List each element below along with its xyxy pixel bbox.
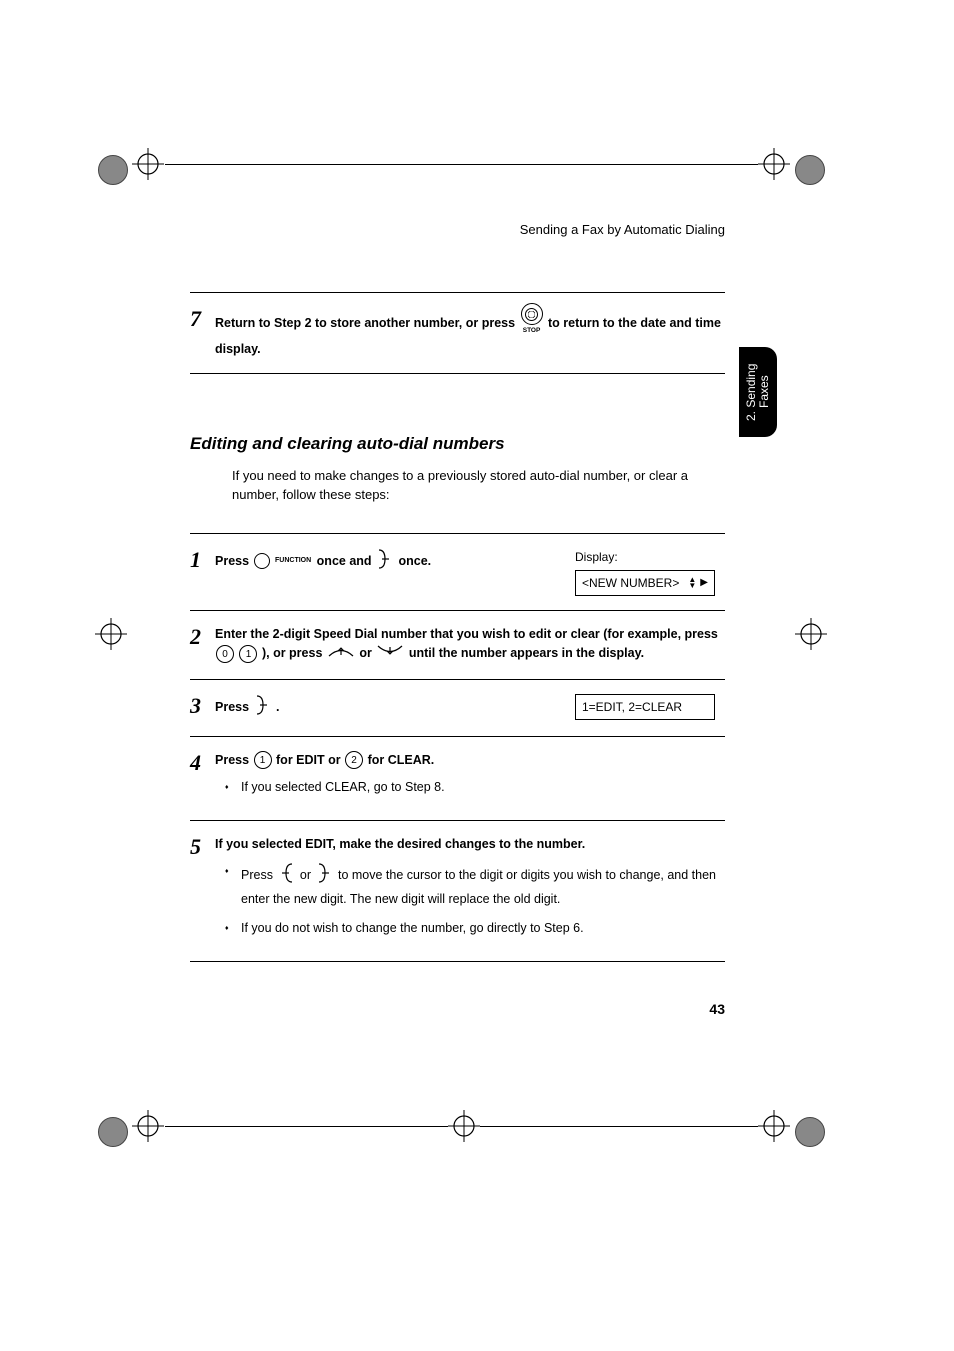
stop-button-icon: STOP bbox=[521, 303, 543, 336]
down-arrow-button-icon bbox=[376, 643, 404, 665]
page-header: Sending a Fax by Automatic Dialing bbox=[190, 222, 725, 237]
step-body: Press 1 for EDIT or 2 for CLEAR. If you … bbox=[215, 751, 725, 807]
step-number: 7 bbox=[190, 307, 215, 331]
crop-mark bbox=[795, 155, 825, 185]
step-body: Press FUNCTION once and once. Display: <… bbox=[215, 548, 725, 596]
crop-line bbox=[165, 1126, 448, 1127]
side-tab: 2. Sending Faxes bbox=[739, 347, 777, 437]
register-mark bbox=[758, 1110, 790, 1142]
bullet-item: If you do not wish to change the number,… bbox=[225, 919, 725, 938]
step-number: 2 bbox=[190, 625, 215, 649]
right-arrow-button-icon bbox=[376, 548, 394, 576]
section-heading: Editing and clearing auto-dial numbers bbox=[190, 434, 725, 454]
register-mark bbox=[132, 1110, 164, 1142]
step-number: 3 bbox=[190, 694, 215, 718]
arrow-right-icon: ▶ bbox=[700, 575, 708, 590]
bullet-item: If you selected CLEAR, go to Step 8. bbox=[225, 778, 725, 797]
step-body: Press . 1=EDIT, 2=CLEAR bbox=[215, 694, 725, 722]
crop-mark bbox=[98, 1117, 128, 1147]
step-body: Return to Step 2 to store another number… bbox=[215, 307, 725, 359]
register-mark bbox=[758, 148, 790, 180]
step-number: 4 bbox=[190, 751, 215, 775]
step-number: 1 bbox=[190, 548, 215, 572]
page: 2. Sending Faxes Sending a Fax by Automa… bbox=[0, 0, 954, 1351]
digit-1-icon: 1 bbox=[254, 751, 272, 769]
crop-line bbox=[165, 164, 758, 165]
step-2: 2 Enter the 2-digit Speed Dial number th… bbox=[190, 610, 725, 680]
display-label: Display: bbox=[575, 548, 618, 566]
right-arrow-button-icon bbox=[254, 694, 272, 722]
section-intro: If you need to make changes to a previou… bbox=[232, 466, 725, 505]
display-box: <NEW NUMBER> ▲▼ ▶ bbox=[575, 570, 715, 596]
register-mark bbox=[795, 618, 827, 650]
digit-0-icon: 0 bbox=[216, 645, 234, 663]
right-arrow-button-icon bbox=[316, 862, 334, 890]
register-mark bbox=[95, 618, 127, 650]
crop-mark bbox=[795, 1117, 825, 1147]
register-mark bbox=[448, 1110, 480, 1142]
step-7: 7 Return to Step 2 to store another numb… bbox=[190, 292, 725, 374]
digit-2-icon: 2 bbox=[345, 751, 363, 769]
crop-line bbox=[480, 1126, 758, 1127]
left-arrow-button-icon bbox=[277, 862, 295, 890]
side-tab-label: 2. Sending Faxes bbox=[745, 347, 771, 437]
crop-mark bbox=[98, 155, 128, 185]
function-label: FUNCTION bbox=[275, 557, 311, 564]
register-mark bbox=[132, 148, 164, 180]
bullet-item: Press or to move the cursor to the digit… bbox=[225, 862, 725, 909]
content: Sending a Fax by Automatic Dialing 7 Ret… bbox=[190, 222, 725, 962]
step-body: Enter the 2-digit Speed Dial number that… bbox=[215, 625, 725, 666]
step-body: If you selected EDIT, make the desired c… bbox=[215, 835, 725, 947]
step-3: 3 Press . 1=EDIT, 2=CLEAR bbox=[190, 679, 725, 736]
arrows-updown-icon: ▲▼ bbox=[688, 577, 696, 588]
step-4: 4 Press 1 for EDIT or 2 for CLEAR. If yo… bbox=[190, 736, 725, 821]
page-number: 43 bbox=[709, 1001, 725, 1017]
display-box: 1=EDIT, 2=CLEAR bbox=[575, 694, 715, 720]
step-5: 5 If you selected EDIT, make the desired… bbox=[190, 820, 725, 962]
step-1: 1 Press FUNCTION once and once. Display: bbox=[190, 533, 725, 610]
step-number: 5 bbox=[190, 835, 215, 859]
up-arrow-button-icon bbox=[327, 643, 355, 665]
function-button-icon bbox=[254, 553, 270, 569]
digit-1-icon: 1 bbox=[239, 645, 257, 663]
